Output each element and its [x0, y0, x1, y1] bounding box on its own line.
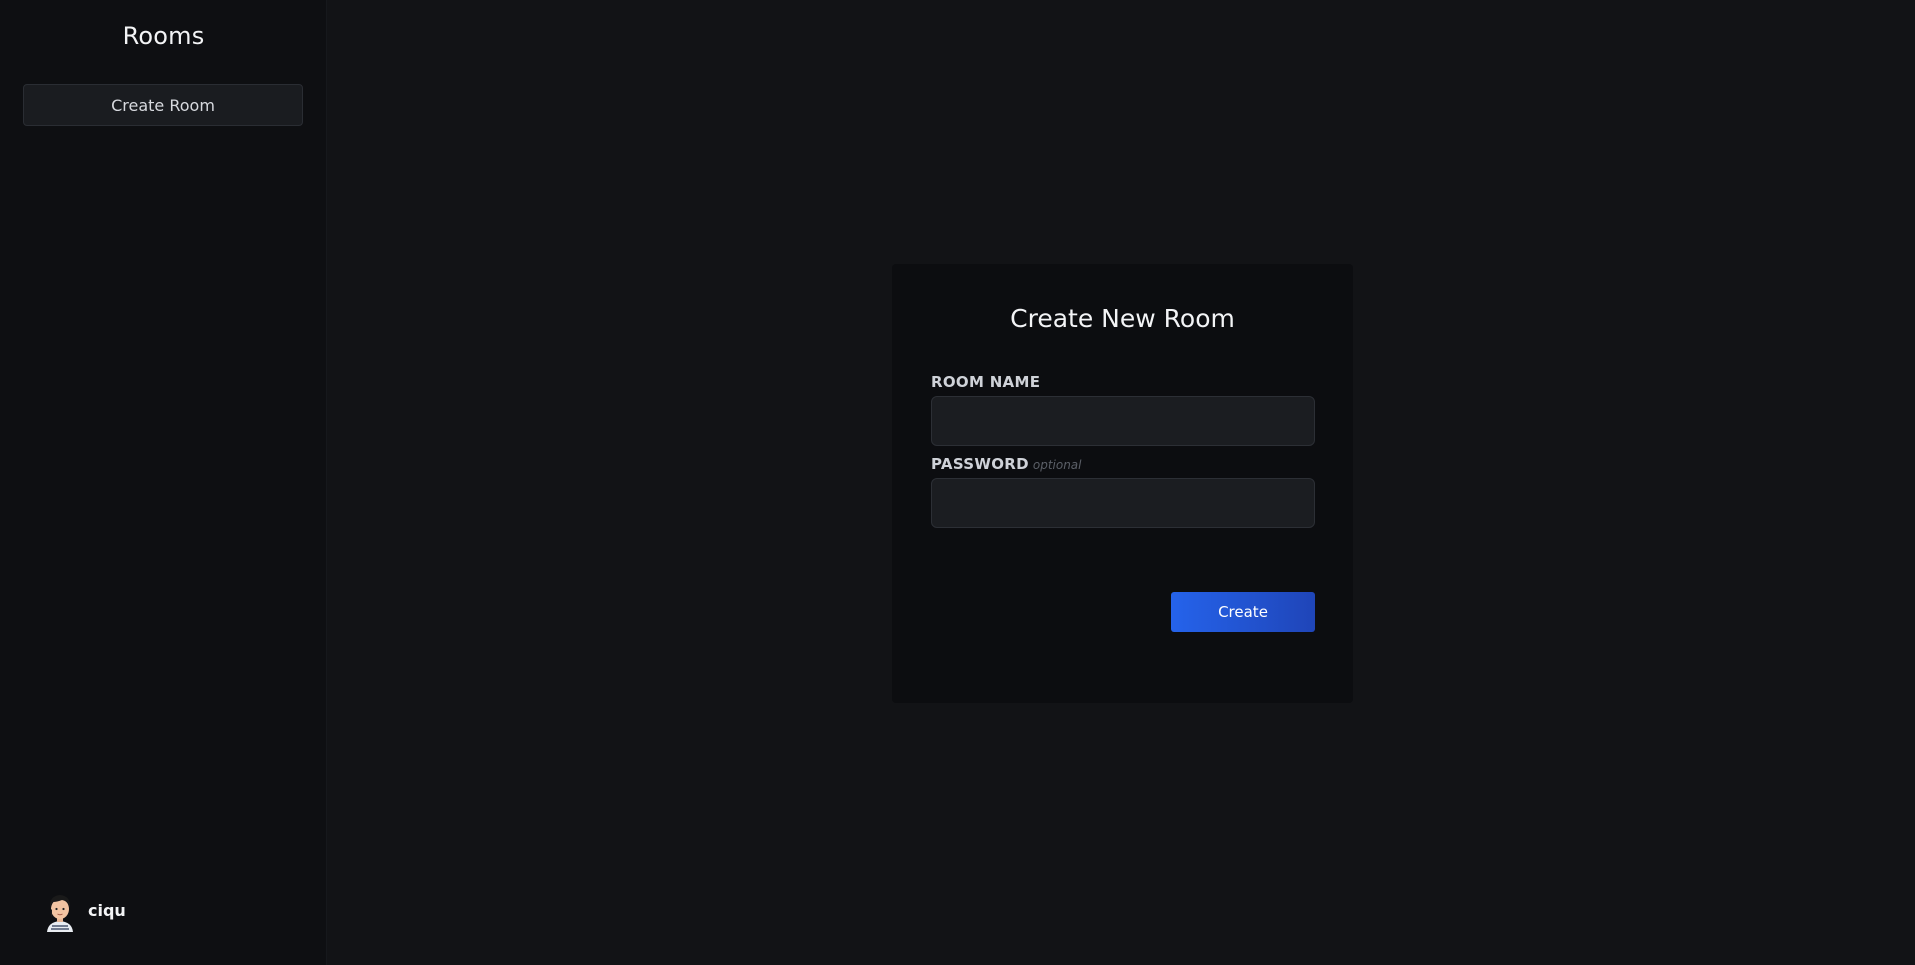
room-name-label-text: ROOM NAME: [931, 373, 1041, 391]
room-name-label: ROOM NAME: [931, 373, 1040, 391]
sidebar-title: Rooms: [122, 22, 205, 50]
user-profile[interactable]: ciqu: [42, 888, 126, 932]
password-label-text: PASSWORD: [931, 455, 1029, 473]
password-label: PASSWORD optional: [931, 455, 1082, 473]
create-room-button[interactable]: Create Room: [23, 84, 303, 126]
username: ciqu: [88, 900, 126, 920]
cartoon-avatar-icon: [42, 888, 78, 932]
app: Rooms Create Room ciqu Create New Room R…: [0, 0, 1915, 965]
password-optional-hint: optional: [1032, 458, 1082, 472]
room-name-input[interactable]: [931, 396, 1315, 446]
password-input[interactable]: [931, 478, 1315, 528]
create-button[interactable]: Create: [1171, 592, 1315, 632]
sidebar: Rooms Create Room ciqu: [0, 0, 327, 965]
form-title: Create New Room: [1010, 304, 1235, 333]
